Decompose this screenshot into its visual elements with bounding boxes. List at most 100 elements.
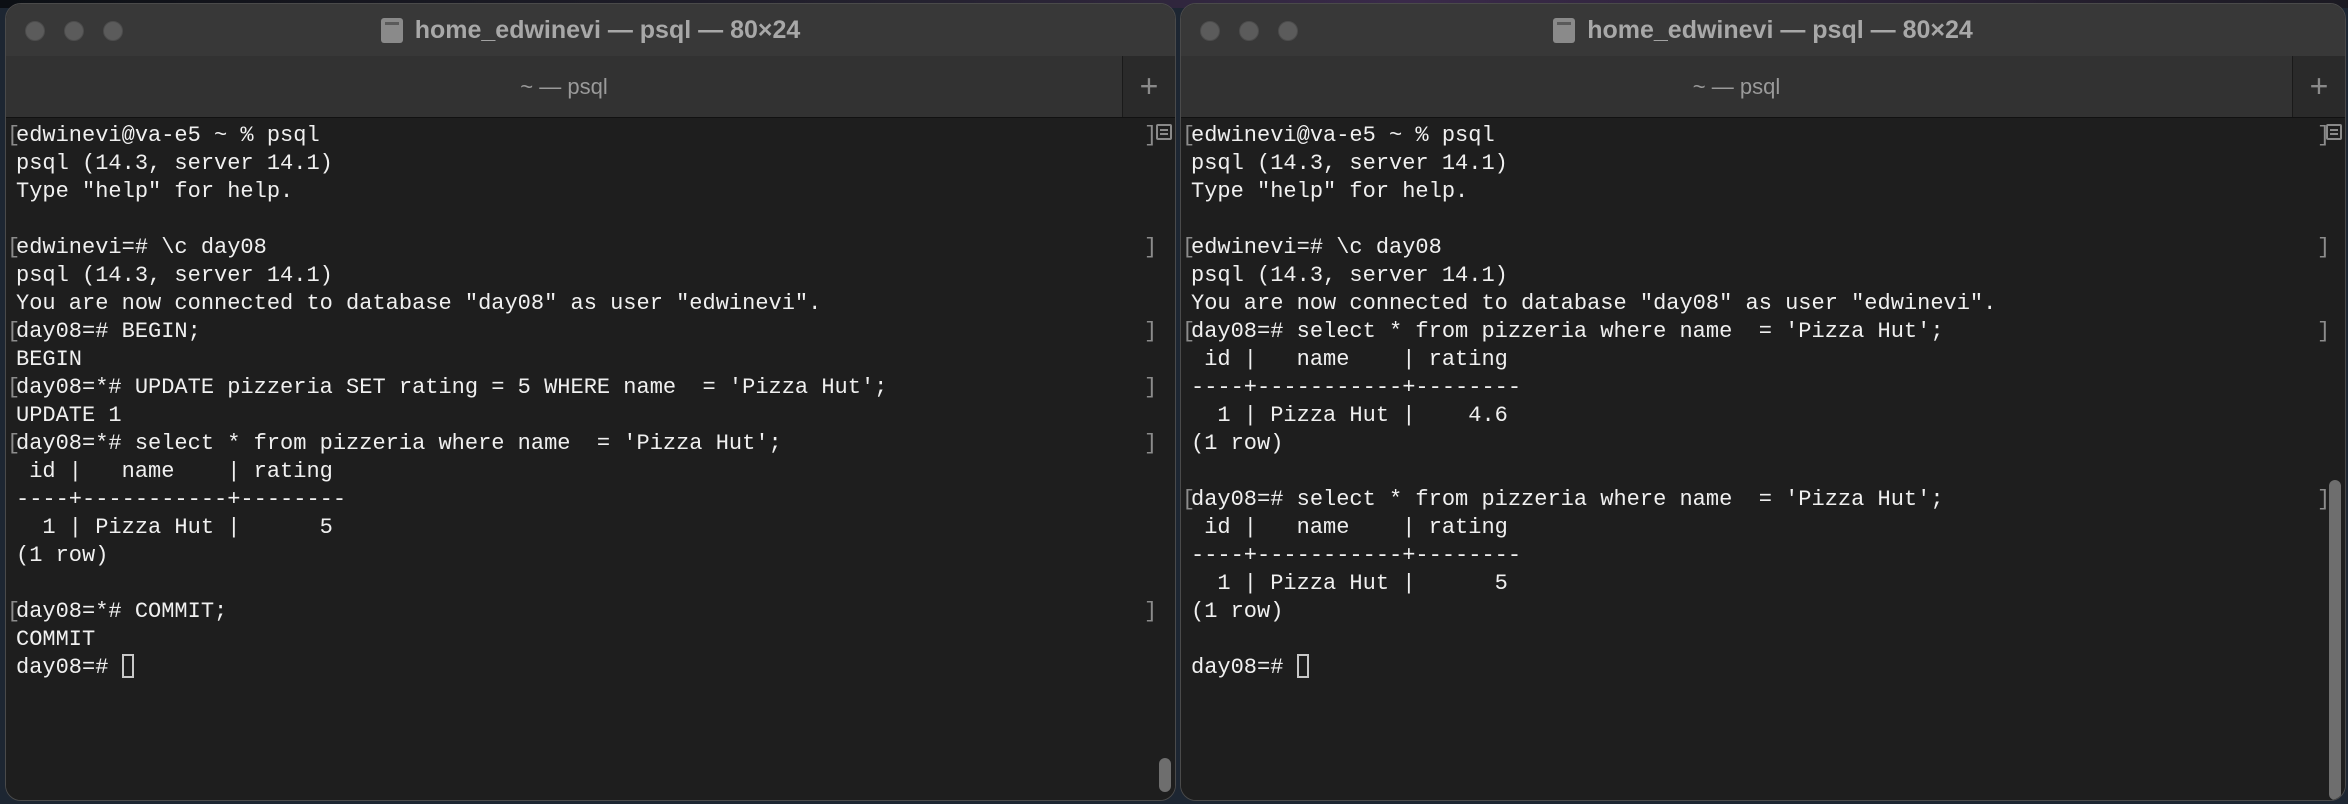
terminal-line: id | name | rating <box>16 458 887 486</box>
terminal-line: [day08=*# COMMIT;] <box>7 598 1157 626</box>
terminal-line-text: ----+-----------+-------- <box>1191 543 1522 568</box>
scrollbar-menu-icon[interactable] <box>2326 124 2342 140</box>
terminal-line-text: (1 row) <box>16 543 109 568</box>
scrollbar-thumb[interactable] <box>1159 758 1171 792</box>
terminal-line: psql (14.3, server 14.1) <box>16 262 887 290</box>
terminal-line: ----+-----------+-------- <box>1191 374 1996 402</box>
window-controls <box>25 21 123 41</box>
scrollbar[interactable] <box>2323 118 2345 800</box>
close-button[interactable] <box>1200 21 1220 41</box>
prompt-mark-left: [ <box>1182 123 1196 148</box>
terminal-line-text: ----+-----------+-------- <box>16 487 347 512</box>
window-title-text: home_edwinevi — psql — 80×24 <box>414 15 801 44</box>
title-bar[interactable]: home_edwinevi — psql — 80×24 <box>1181 4 2345 56</box>
terminal-line: ----+-----------+-------- <box>1191 542 1996 570</box>
terminal-line: Type "help" for help. <box>1191 178 1996 206</box>
folder-icon <box>1553 17 1576 43</box>
terminal-line-text: day08=# <box>16 655 122 680</box>
terminal-line-text: ----+-----------+-------- <box>1191 375 1522 400</box>
terminal-line-text: Type "help" for help. <box>1191 179 1469 204</box>
terminal-line-text: psql (14.3, server 14.1) <box>1191 151 1508 176</box>
prompt-mark-left: [ <box>7 431 21 456</box>
terminal-line: [day08=*# UPDATE pizzeria SET rating = 5… <box>7 374 1157 402</box>
terminal-line-text: (1 row) <box>1191 431 1284 456</box>
prompt-mark-left: [ <box>1182 235 1196 260</box>
terminal-line: [edwinevi@va-e5 ~ % psql] <box>1182 122 2330 150</box>
terminal-line: [day08=# BEGIN;] <box>7 318 1157 346</box>
tab-psql[interactable]: ~ — psql <box>6 56 1123 117</box>
terminal-line: Type "help" for help. <box>16 178 887 206</box>
zoom-button[interactable] <box>1278 21 1298 41</box>
terminal-line: UPDATE 1 <box>16 402 887 430</box>
terminal-line-text: day08=# select * from pizzeria where nam… <box>1191 319 1944 344</box>
terminal-line-text: You are now connected to database "day08… <box>1191 291 1997 316</box>
new-tab-button[interactable]: + <box>2293 56 2345 117</box>
window-title: home_edwinevi — psql — 80×24 <box>380 15 801 45</box>
terminal-line-text: day08=*# select * from pizzeria where na… <box>16 431 782 456</box>
terminal-line: psql (14.3, server 14.1) <box>1191 150 1996 178</box>
prompt-mark-left: [ <box>7 375 21 400</box>
terminal-window-right[interactable]: home_edwinevi — psql — 80×24 ~ — psql + … <box>1180 3 2346 801</box>
tab-psql[interactable]: ~ — psql <box>1181 56 2293 117</box>
terminal-line: COMMIT <box>16 626 887 654</box>
terminal-line: You are now connected to database "day08… <box>16 290 887 318</box>
terminal-line: 1 | Pizza Hut | 5 <box>16 514 887 542</box>
terminal-lines: [edwinevi@va-e5 ~ % psql] psql (14.3, ser… <box>1182 122 2330 682</box>
window-title: home_edwinevi — psql — 80×24 <box>1553 16 1973 45</box>
title-bar[interactable]: home_edwinevi — psql — 80×24 <box>6 4 1175 56</box>
terminal-line: (1 row) <box>1191 598 1996 626</box>
minimize-button[interactable] <box>1239 21 1259 41</box>
terminal-line: 1 | Pizza Hut | 5 <box>1191 570 1996 598</box>
prompt-mark-left: [ <box>7 599 21 624</box>
terminal-line: ----+-----------+-------- <box>16 486 887 514</box>
terminal-line: id | name | rating <box>1191 514 1996 542</box>
terminal-line: day08=# <box>16 654 887 682</box>
terminal-line-text: id | name | rating <box>16 459 333 484</box>
scrollbar-thumb[interactable] <box>2329 480 2341 800</box>
scrollbar-menu-icon[interactable] <box>1156 124 1172 140</box>
terminal-line-text: edwinevi=# \c day08 <box>16 235 267 260</box>
terminal-output[interactable]: [edwinevi@va-e5 ~ % psql] psql (14.3, ser… <box>6 118 1175 800</box>
terminal-line-text: day08=# BEGIN; <box>16 319 201 344</box>
zoom-button[interactable] <box>103 21 123 41</box>
terminal-line: day08=# <box>1191 654 1996 682</box>
close-button[interactable] <box>25 21 45 41</box>
prompt-mark-left: [ <box>1182 319 1196 344</box>
tab-bar: ~ — psql + <box>6 56 1175 118</box>
terminal-line: You are now connected to database "day08… <box>1191 290 1996 318</box>
terminal-line: 1 | Pizza Hut | 4.6 <box>1191 402 1996 430</box>
terminal-line-text: 1 | Pizza Hut | 5 <box>16 515 333 540</box>
terminal-line: [day08=# select * from pizzeria where na… <box>1182 486 2330 514</box>
window-controls <box>1200 21 1298 41</box>
terminal-line: [edwinevi@va-e5 ~ % psql] <box>7 122 1157 150</box>
prompt-mark-left: [ <box>7 319 21 344</box>
terminal-window-left[interactable]: home_edwinevi — psql — 80×24 ~ — psql + … <box>5 3 1176 801</box>
new-tab-button[interactable]: + <box>1123 56 1175 117</box>
terminal-line-text: 1 | Pizza Hut | 5 <box>1191 571 1508 596</box>
terminal-line: psql (14.3, server 14.1) <box>16 150 887 178</box>
terminal-line-text: day08=*# UPDATE pizzeria SET rating = 5 … <box>16 375 888 400</box>
terminal-line: [day08=*# select * from pizzeria where n… <box>7 430 1157 458</box>
terminal-line-text: edwinevi=# \c day08 <box>1191 235 1442 260</box>
terminal-line: psql (14.3, server 14.1) <box>1191 262 1996 290</box>
prompt-mark-left: [ <box>1182 487 1196 512</box>
terminal-line-text: psql (14.3, server 14.1) <box>16 151 333 176</box>
terminal-line-text: BEGIN <box>16 347 83 372</box>
terminal-line: (1 row) <box>1191 430 1996 458</box>
terminal-line-text: edwinevi@va-e5 ~ % psql <box>16 123 320 148</box>
terminal-line: [day08=# select * from pizzeria where na… <box>1182 318 2330 346</box>
terminal-line-text: day08=*# COMMIT; <box>16 599 228 624</box>
terminal-line-text: id | name | rating <box>1191 347 1508 372</box>
terminal-line-text: (1 row) <box>1191 599 1284 624</box>
minimize-button[interactable] <box>64 21 84 41</box>
text-cursor <box>121 654 134 678</box>
scrollbar[interactable] <box>1153 118 1175 800</box>
terminal-line-text: psql (14.3, server 14.1) <box>1191 263 1508 288</box>
terminal-line-text: edwinevi@va-e5 ~ % psql <box>1191 123 1495 148</box>
terminal-output[interactable]: [edwinevi@va-e5 ~ % psql] psql (14.3, ser… <box>1181 118 2345 800</box>
